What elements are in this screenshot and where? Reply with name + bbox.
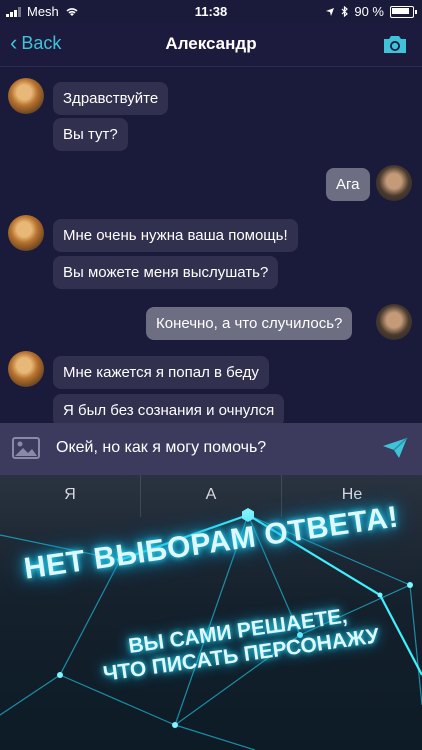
chat-header: ‹ Back Александр xyxy=(0,22,422,67)
message-bubble: Я был без сознания и очнулся xyxy=(53,394,285,423)
message-bubble: Вы можете меня выслушать? xyxy=(53,256,279,289)
avatar[interactable] xyxy=(8,78,44,114)
message-bubble: Здравствуйте xyxy=(53,82,169,115)
keyboard-area: Я А Не НЕТ ВЫБОРАМ ОТВЕТА! ВЫ САМИ РЕШАЕ… xyxy=(0,475,422,750)
avatar[interactable] xyxy=(8,351,44,387)
send-icon[interactable] xyxy=(382,437,408,459)
message-bubble: Вы тут? xyxy=(53,118,128,151)
camera-icon[interactable] xyxy=(382,33,408,55)
message-input-bar: Окей, но как я могу помочь? xyxy=(0,423,422,475)
message-bubble: Конечно, а что случилось? xyxy=(146,307,353,340)
battery-icon xyxy=(390,5,417,18)
message-bubble: Мне очень нужна ваша помощь! xyxy=(53,219,298,252)
avatar[interactable] xyxy=(8,215,44,251)
message-input[interactable]: Окей, но как я могу помочь? xyxy=(56,439,266,457)
bluetooth-icon xyxy=(341,6,349,17)
suggestion-item[interactable]: А xyxy=(141,475,282,517)
avatar[interactable] xyxy=(376,165,412,201)
suggestion-item[interactable]: Я xyxy=(0,475,141,517)
message-bubble: Мне кажется я попал в беду xyxy=(53,356,269,389)
location-arrow-icon xyxy=(326,7,335,16)
message-bubble: Ага xyxy=(326,168,370,201)
image-icon[interactable] xyxy=(12,437,40,459)
battery-percent: 90 % xyxy=(354,4,384,19)
page-title: Александр xyxy=(165,34,257,53)
status-right: 90 % xyxy=(325,4,417,19)
status-bar: Mesh 11:38 90 % xyxy=(0,0,422,22)
avatar[interactable] xyxy=(376,304,412,340)
message-list[interactable]: Здравствуйте Вы тут? Ага Мне очень нужна… xyxy=(0,67,422,423)
